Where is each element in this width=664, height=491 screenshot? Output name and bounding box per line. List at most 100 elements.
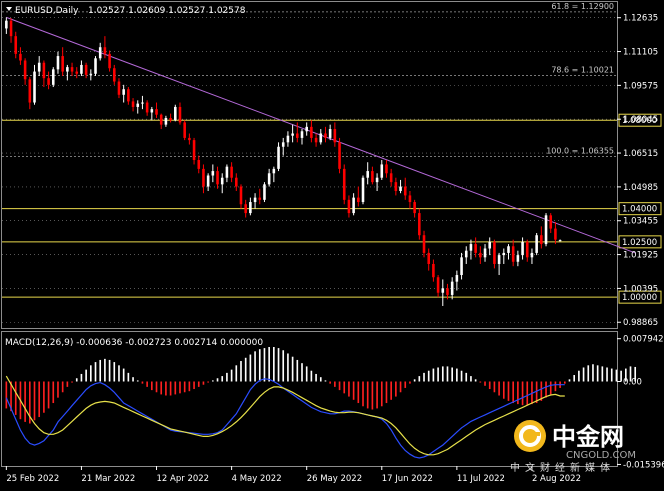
- candle-body: [342, 168, 346, 200]
- watermark-site: CNGOLD.COM: [566, 450, 636, 461]
- candle-body: [525, 241, 529, 258]
- level-price-label: 1.02500: [622, 238, 657, 248]
- candle-body: [441, 288, 445, 293]
- candle-body: [333, 129, 337, 143]
- symbol-label: EURUSD,Daily: [15, 6, 79, 16]
- candle-body: [206, 175, 210, 187]
- candle-body: [403, 186, 407, 196]
- date-tick-label: 12 Apr 2022: [157, 474, 210, 484]
- price-tick-label: 1.12635: [623, 14, 658, 24]
- price-tick-label: 1.11105: [623, 48, 658, 58]
- candle-body: [112, 68, 116, 82]
- candle-body: [28, 79, 32, 103]
- candle-body: [117, 81, 121, 95]
- candle-body: [399, 186, 402, 191]
- candle-body: [192, 140, 196, 161]
- price-tick-label: 1.01925: [623, 251, 658, 261]
- candle-body: [554, 228, 557, 240]
- candle-body: [211, 171, 215, 176]
- candle-body: [436, 277, 440, 293]
- fib-level-label: 61.8 = 1.12900: [551, 2, 614, 11]
- date-tick-label: 17 Jun 2022: [382, 474, 433, 484]
- candle-body: [352, 197, 355, 214]
- candle-body: [155, 109, 158, 115]
- logo-cutout: [530, 432, 540, 436]
- candle-body: [371, 171, 374, 183]
- date-tick-label: 25 Feb 2022: [6, 474, 59, 484]
- ohlc-readout: 1.02527 1.02609 1.02527 1.02578: [88, 6, 246, 16]
- candle-body: [305, 126, 308, 132]
- candle-body: [389, 173, 393, 183]
- date-tick-label: 21 Mar 2022: [81, 474, 135, 484]
- chart-svg[interactable]: 61.8 = 1.12900 78.6 = 1.10021 100.0 = 1.06…: [0, 0, 664, 487]
- candle-body: [544, 215, 548, 245]
- candle-body: [413, 202, 416, 214]
- candle-body: [347, 199, 351, 214]
- macd-lines: [5, 375, 565, 459]
- macd-tick-label: 0.00: [623, 377, 642, 387]
- price-tick-label: 1.09575: [623, 81, 658, 91]
- candle-body: [145, 102, 149, 113]
- candle-body: [84, 64, 88, 75]
- candle-body: [202, 168, 205, 187]
- candle-body: [169, 118, 172, 121]
- candle-body: [277, 146, 280, 169]
- candle-body: [183, 122, 186, 138]
- candle-body: [89, 73, 93, 75]
- candle-body: [164, 118, 168, 125]
- candle-body: [319, 133, 323, 143]
- candle-body: [328, 129, 332, 138]
- candle-body: [558, 240, 562, 242]
- candle-body: [422, 235, 426, 253]
- candle-body: [230, 166, 233, 178]
- candle-body: [14, 36, 18, 54]
- candle-body: [286, 135, 290, 143]
- macd-line: [5, 378, 565, 459]
- candle-body: [127, 89, 130, 102]
- candle-body: [94, 58, 97, 74]
- candle-body: [464, 250, 468, 258]
- candle-body: [108, 53, 111, 69]
- candle-body: [479, 252, 482, 258]
- candle-body: [427, 252, 430, 264]
- candlesticks: [5, 17, 562, 306]
- macd-tick-label: 0.007942: [623, 335, 664, 345]
- candle-body: [521, 241, 524, 256]
- candle-body: [23, 60, 27, 80]
- candle-body: [408, 195, 412, 203]
- candle-body: [61, 56, 64, 72]
- price-tick-label: 1.04985: [623, 183, 658, 193]
- candle-body: [150, 109, 154, 113]
- candle-body: [37, 62, 41, 72]
- symbol-dropdown-icon[interactable]: [6, 7, 12, 11]
- candle-body: [324, 133, 327, 138]
- candle-body: [375, 177, 379, 183]
- macd-label: MACD(12,26,9) -0.000636 -0.002723 0.0027…: [5, 338, 263, 348]
- candle-body: [122, 89, 125, 95]
- candle-body: [338, 142, 341, 169]
- watermark-slogan: 中文财经新媒体: [510, 461, 615, 474]
- candle-body: [253, 197, 257, 203]
- candle-body: [530, 252, 534, 258]
- candle-body: [483, 248, 487, 258]
- candle-body: [66, 67, 69, 72]
- level-price-label: 1.04000: [622, 205, 657, 215]
- candle-body: [281, 142, 285, 147]
- candle-body: [300, 131, 304, 138]
- candle-body: [141, 102, 144, 104]
- candle-body: [310, 126, 313, 138]
- candle-body: [98, 47, 102, 59]
- candle-body: [75, 71, 79, 74]
- candle-body: [432, 263, 435, 278]
- candle-body: [47, 78, 50, 85]
- candle-body: [460, 257, 463, 276]
- fib-level-label: 100.0 = 1.06355: [546, 147, 614, 156]
- candle-body: [540, 235, 543, 245]
- candle-body: [19, 53, 22, 61]
- macd-tick-label: -0.015396: [623, 460, 664, 470]
- candle-body: [516, 255, 520, 262]
- candle-body: [455, 275, 459, 282]
- candle-body: [549, 215, 553, 229]
- candle-body: [263, 184, 266, 200]
- candle-body: [385, 164, 388, 174]
